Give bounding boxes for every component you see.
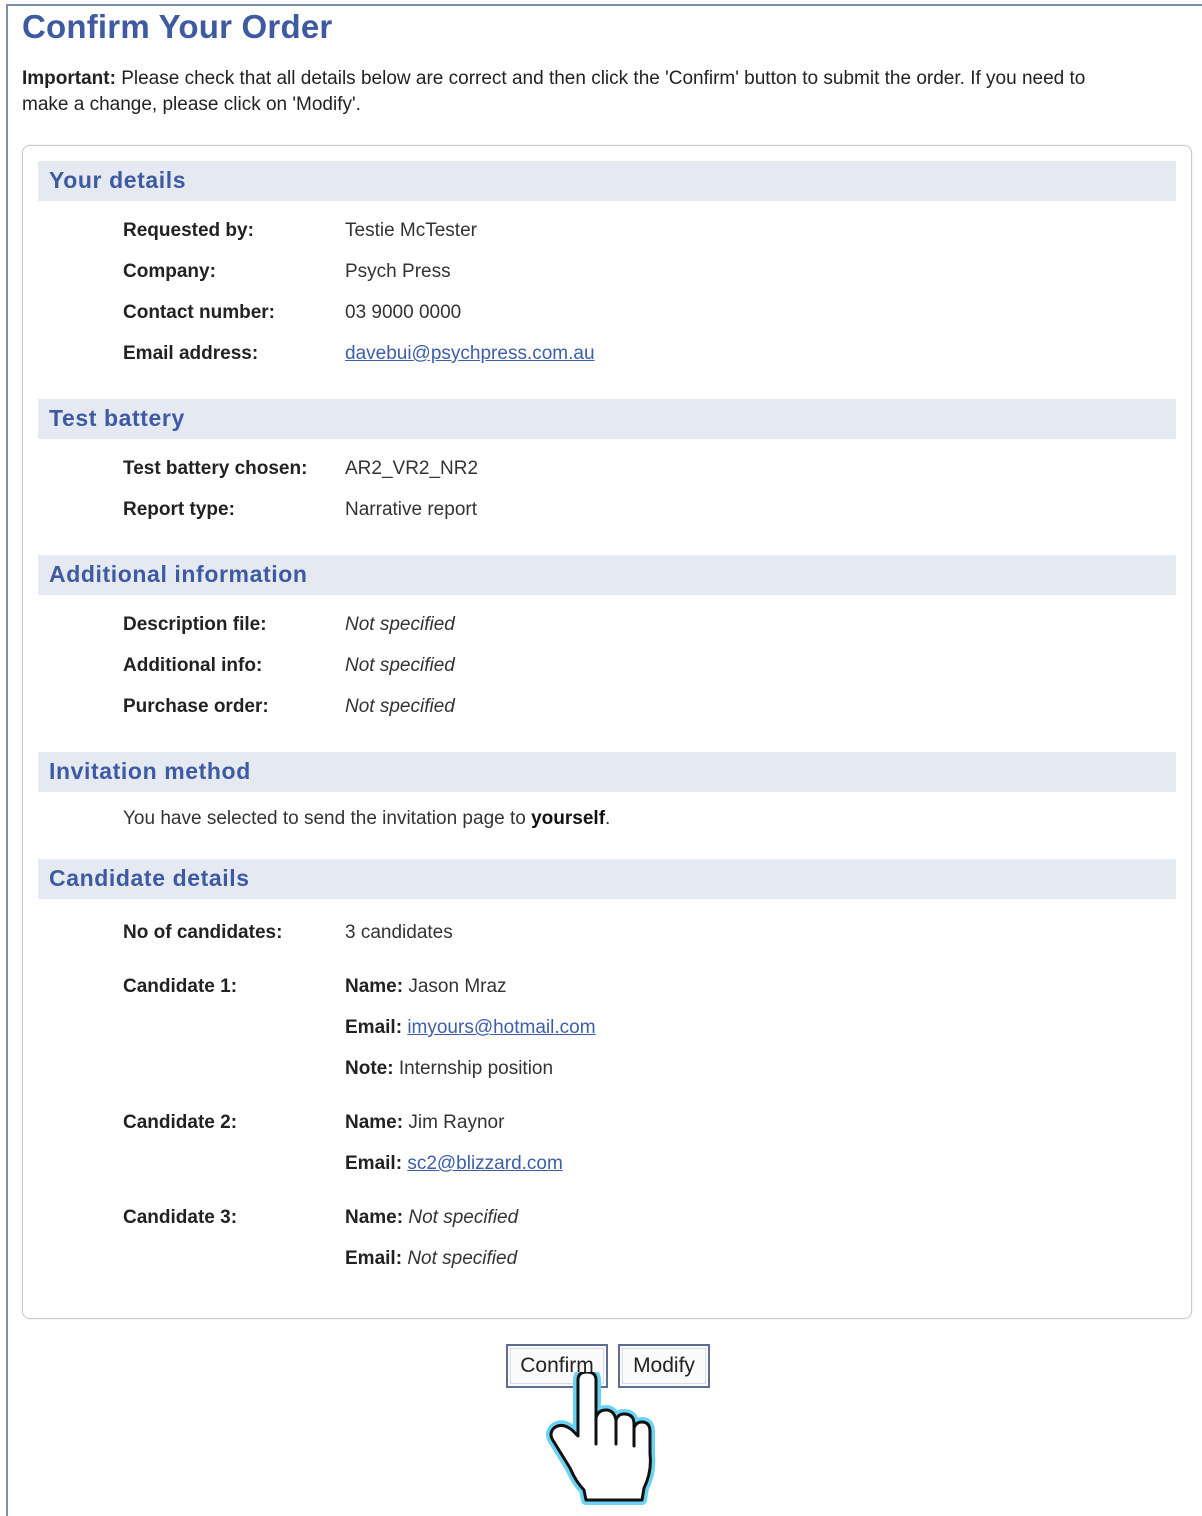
note-label: Note: [345,1058,394,1079]
section-heading: Candidate details [49,865,250,891]
candidate-3-label: Candidate 3: [123,1207,238,1228]
description-file-label: Description file: [123,614,267,635]
invitation-text: You have selected to send the invitation… [123,808,610,830]
description-file-value-container: Not specified [345,614,455,636]
candidate-2-name-value: Jim Raynor [408,1112,505,1133]
company-label: Company: [123,261,216,282]
additional-info-label: Additional info: [123,655,263,676]
candidate-3-email-value: Not specified [407,1248,518,1269]
section-heading: Test battery [49,405,185,431]
candidate-1-name-value: Jason Mraz [408,976,507,997]
intro-bold: Important: [22,68,116,89]
candidate-1-email-link[interactable]: imyours@hotmail.com [407,1017,595,1038]
battery-chosen-label: Test battery chosen: [123,458,308,479]
email-link[interactable]: davebui@psychpress.com.au [345,343,595,364]
section-heading: Your details [49,167,187,193]
intro-text: Important: Please check that all details… [22,66,1182,118]
email-label: Email: [345,1017,403,1038]
candidate-2-label: Candidate 2: [123,1112,238,1133]
candidate-1-note: Note: Internship position [345,1058,553,1080]
company-value: Psych Press [345,261,451,282]
purchase-order-value: Not specified [345,696,455,717]
contact-value: 03 9000 0000 [345,302,462,323]
candidate-1-name: Name: Jason Mraz [345,976,507,998]
battery-chosen-value: AR2_VR2_NR2 [345,458,479,479]
email-label: Email: [345,1248,403,1269]
section-additional-info: Additional information [38,555,1176,595]
report-type-label: Report type: [123,499,235,520]
name-label: Name: [345,1207,404,1228]
section-heading: Invitation method [49,758,251,784]
email-value-container: davebui@psychpress.com.au [345,343,595,365]
additional-info-value-container: Not specified [345,655,455,677]
candidate-3-name: Name: Not specified [345,1207,518,1229]
hand-pointer-icon [546,1372,656,1505]
page-title: Confirm Your Order [22,8,333,45]
section-test-battery: Test battery [38,399,1176,439]
candidate-1-label: Candidate 1: [123,976,238,997]
candidate-2-email-link[interactable]: sc2@blizzard.com [407,1153,563,1174]
candidate-count-label: No of candidates: [123,922,283,943]
candidate-count-value: 3 candidates [345,922,453,943]
contact-label: Contact number: [123,302,275,323]
intro-line1: Please check that all details below are … [121,68,1086,89]
candidate-3-name-value: Not specified [408,1207,519,1228]
invitation-target: yourself [531,808,606,829]
description-file-value: Not specified [345,614,455,635]
candidate-1-email: Email: imyours@hotmail.com [345,1017,596,1039]
email-label: Email: [345,1153,403,1174]
additional-info-value: Not specified [345,655,455,676]
name-label: Name: [345,976,404,997]
candidate-2-email: Email: sc2@blizzard.com [345,1153,563,1175]
candidate-1-note-value: Internship position [398,1058,554,1079]
candidate-3-email: Email: Not specified [345,1248,517,1270]
purchase-order-label: Purchase order: [123,696,269,717]
invitation-prefix: You have selected to send the invitation… [123,808,532,829]
intro-line2: make a change, please click on 'Modify'. [22,94,361,115]
invitation-suffix: . [605,808,611,829]
candidate-2-name: Name: Jim Raynor [345,1112,504,1134]
email-label: Email address: [123,343,259,364]
section-your-details: Your details [38,161,1176,201]
purchase-order-value-container: Not specified [345,696,455,718]
report-type-value: Narrative report [345,499,477,520]
requested-by-value: Testie McTester [345,220,477,241]
section-candidate-details: Candidate details [38,859,1176,899]
section-invitation-method: Invitation method [38,752,1176,792]
section-heading: Additional information [49,561,308,587]
requested-by-label: Requested by: [123,220,254,241]
name-label: Name: [345,1112,404,1133]
